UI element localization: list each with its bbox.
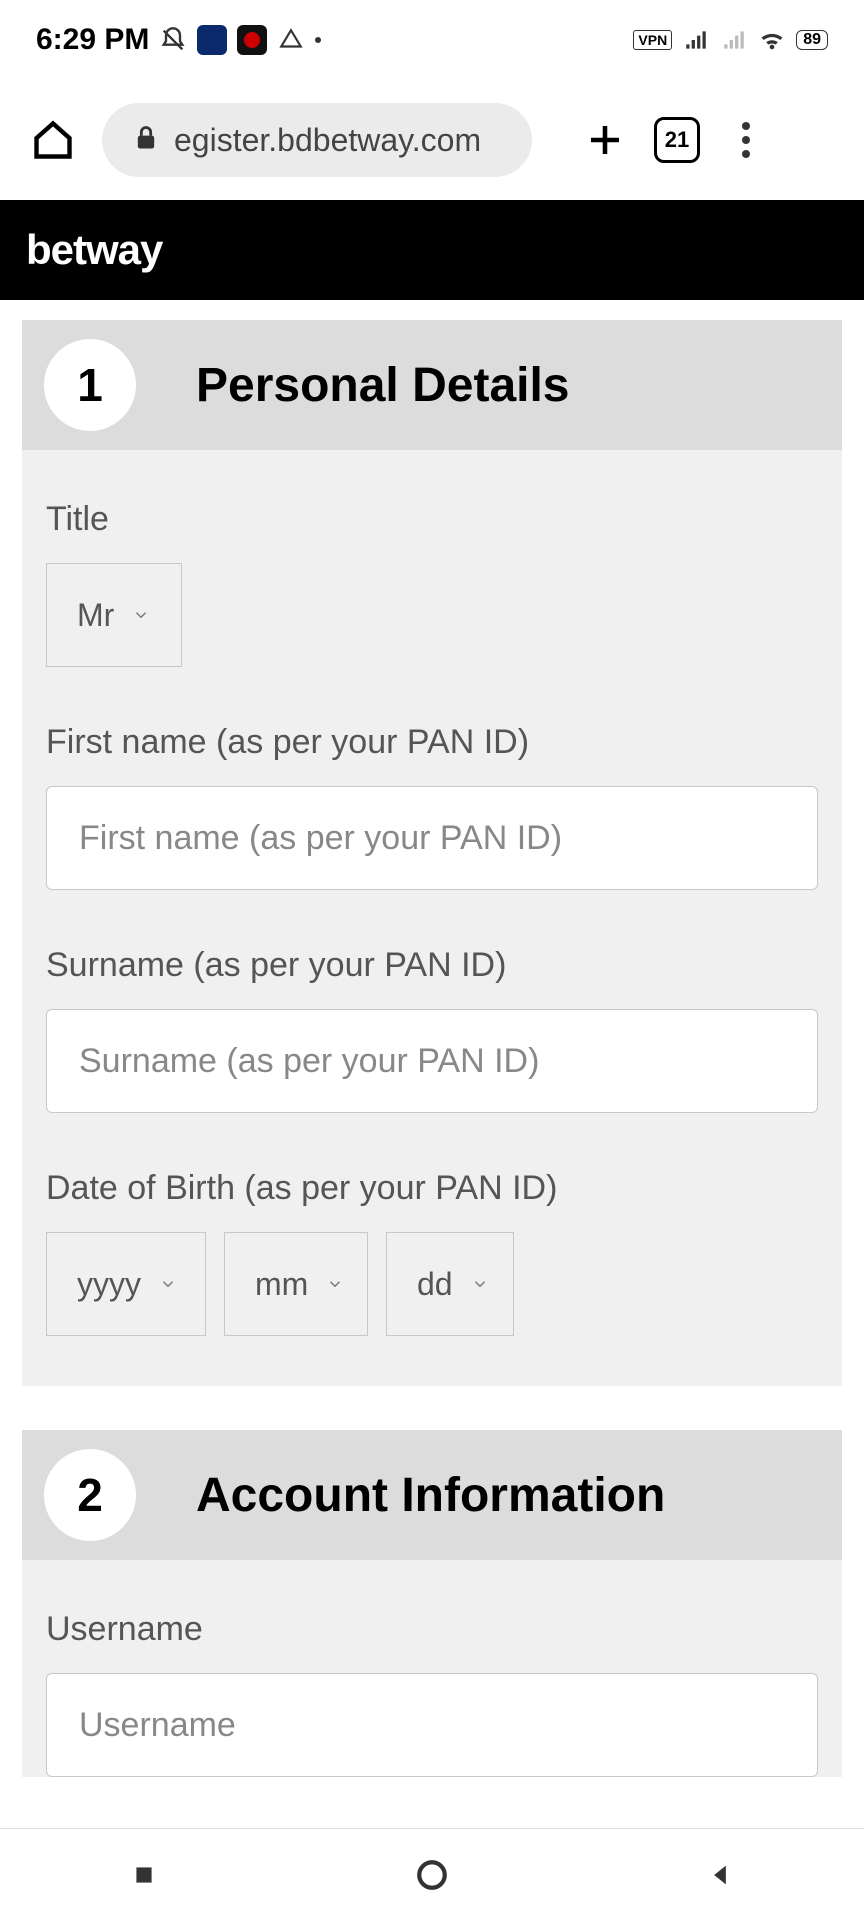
chevron-down-icon <box>159 1275 177 1293</box>
kebab-dot-icon <box>742 150 750 158</box>
browser-bar: egister.bdbetway.com 21 <box>0 80 864 200</box>
system-nav-bar <box>0 1828 864 1920</box>
browser-menu-button[interactable] <box>726 117 766 163</box>
battery-icon: 89 <box>796 30 828 50</box>
dob-select-group: yyyy mm dd <box>46 1232 818 1336</box>
status-time: 6:29 PM <box>36 23 149 57</box>
section-body: Username <box>22 1560 842 1777</box>
kebab-dot-icon <box>742 122 750 130</box>
section-header: 1 Personal Details <box>22 320 842 450</box>
vpn-icon: VPN <box>633 30 672 50</box>
brand-header: betway <box>0 200 864 300</box>
firstname-label: First name (as per your PAN ID) <box>46 723 818 762</box>
firstname-input[interactable] <box>46 786 818 890</box>
title-select[interactable]: Mr <box>46 563 182 667</box>
personal-details-section: 1 Personal Details Title Mr First name (… <box>22 320 842 1386</box>
surname-field: Surname (as per your PAN ID) <box>46 946 818 1113</box>
new-tab-button[interactable] <box>582 117 628 163</box>
status-right: VPN 89 <box>633 26 828 54</box>
dob-label: Date of Birth (as per your PAN ID) <box>46 1169 818 1208</box>
browser-home-button[interactable] <box>30 117 76 163</box>
wifi-icon <box>758 26 786 54</box>
section-title: Personal Details <box>196 358 570 413</box>
username-label: Username <box>46 1610 818 1649</box>
month-value: mm <box>255 1266 308 1303</box>
signal-icon-2 <box>720 26 748 54</box>
recent-apps-button[interactable] <box>124 1855 164 1895</box>
step-number: 1 <box>44 339 136 431</box>
tab-count: 21 <box>665 127 689 153</box>
status-bar: 6:29 PM VPN 89 <box>0 0 864 80</box>
back-button[interactable] <box>700 1855 740 1895</box>
day-select[interactable]: dd <box>386 1232 514 1336</box>
kebab-dot-icon <box>742 136 750 144</box>
dob-field: Date of Birth (as per your PAN ID) yyyy … <box>46 1169 818 1336</box>
surname-label: Surname (as per your PAN ID) <box>46 946 818 985</box>
chevron-down-icon <box>471 1275 489 1293</box>
url-bar[interactable]: egister.bdbetway.com <box>102 103 532 177</box>
chevron-down-icon <box>132 606 150 624</box>
month-select[interactable]: mm <box>224 1232 368 1336</box>
url-text: egister.bdbetway.com <box>174 122 481 159</box>
username-input[interactable] <box>46 1673 818 1777</box>
lock-icon <box>132 124 160 157</box>
firstname-field: First name (as per your PAN ID) <box>46 723 818 890</box>
app-icon-2 <box>237 25 267 55</box>
step-number: 2 <box>44 1449 136 1541</box>
year-value: yyyy <box>77 1266 141 1303</box>
section-body: Title Mr First name (as per your PAN ID)… <box>22 450 842 1386</box>
chevron-down-icon <box>326 1275 344 1293</box>
title-field: Title Mr <box>46 500 818 667</box>
title-value: Mr <box>77 597 114 634</box>
brand-logo: betway <box>26 226 162 274</box>
surname-input[interactable] <box>46 1009 818 1113</box>
tab-switcher-button[interactable]: 21 <box>654 117 700 163</box>
mute-icon <box>159 26 187 54</box>
page-content: 1 Personal Details Title Mr First name (… <box>0 300 864 1777</box>
day-value: dd <box>417 1266 453 1303</box>
title-label: Title <box>46 500 818 539</box>
drive-icon <box>277 26 305 54</box>
status-left: 6:29 PM <box>36 23 321 57</box>
signal-icon <box>682 26 710 54</box>
section-title: Account Information <box>196 1468 665 1523</box>
section-header: 2 Account Information <box>22 1430 842 1560</box>
account-information-section: 2 Account Information Username <box>22 1430 842 1777</box>
year-select[interactable]: yyyy <box>46 1232 206 1336</box>
more-dot-icon <box>315 37 321 43</box>
home-button[interactable] <box>412 1855 452 1895</box>
username-field: Username <box>46 1610 818 1777</box>
app-icon-1 <box>197 25 227 55</box>
